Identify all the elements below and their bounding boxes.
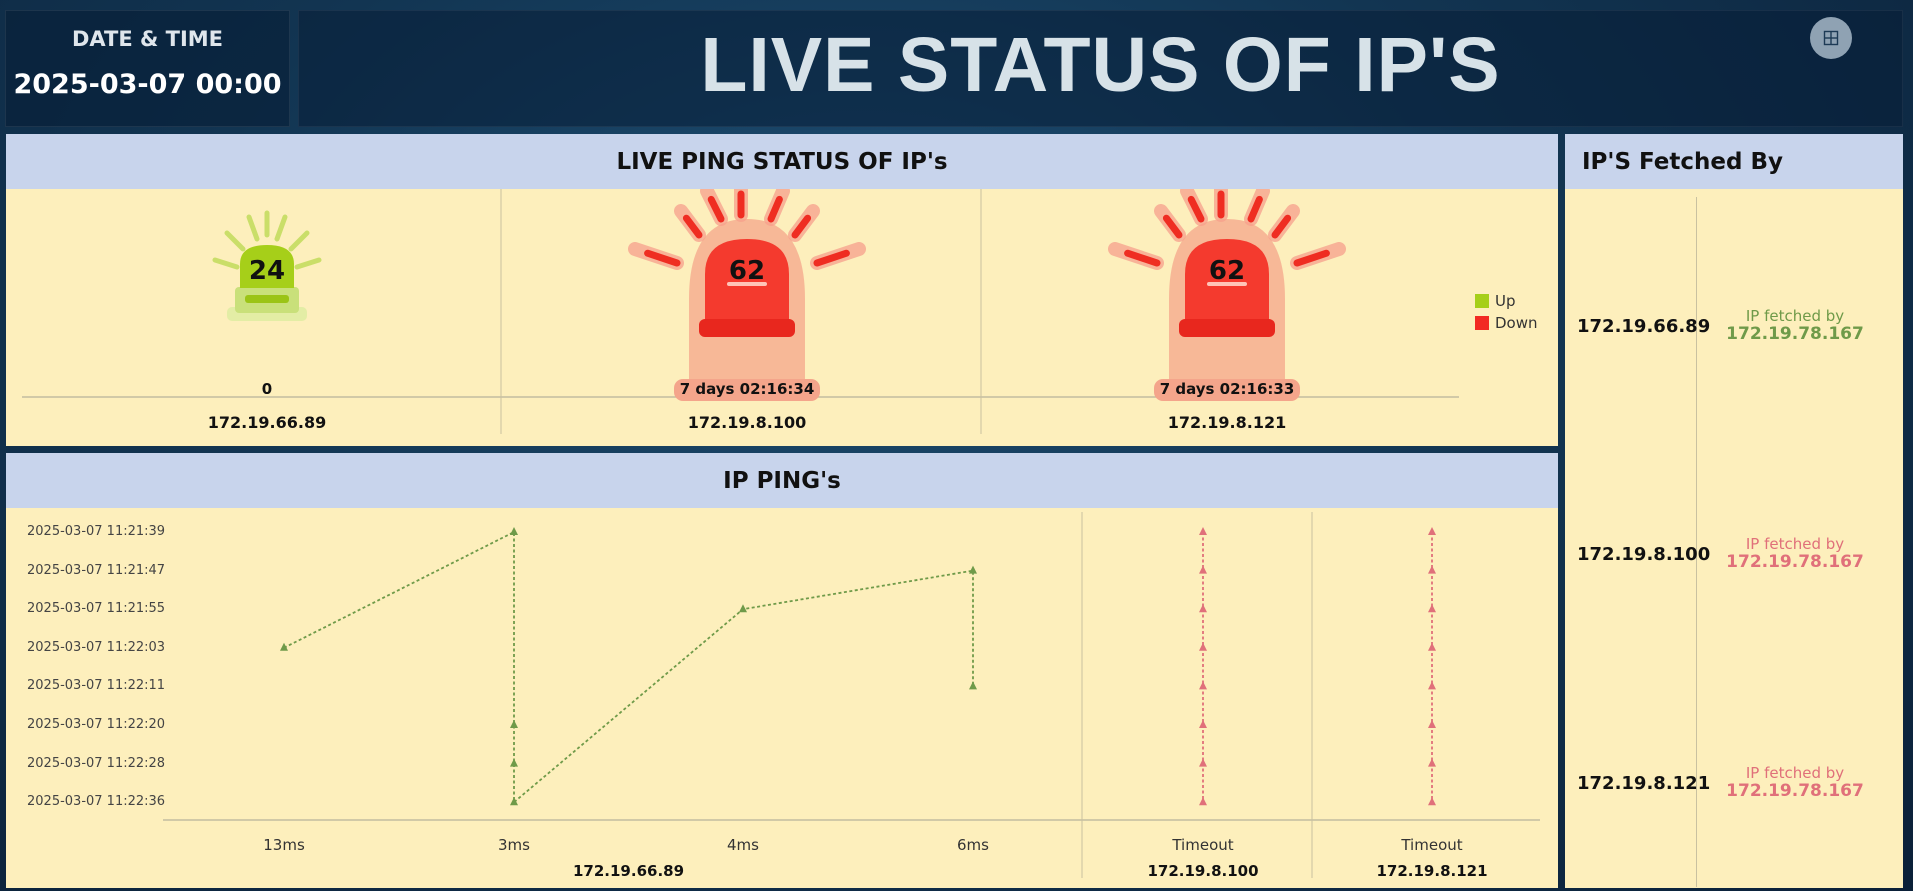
x-tick-label: 4ms [727,836,759,854]
alarm-lights-area: 24 62 62 [22,189,1459,434]
fetch-value: 172.19.78.167 [1726,781,1864,801]
fetch-row: 172.19.66.89 IP fetched by 172.19.78.167 [1565,290,1903,370]
date-time-box: DATE & TIME 2025-03-07 00:00 [5,10,290,127]
legend-swatch-up [1475,294,1489,308]
y-tick-label: 2025-03-07 11:22:03 [27,639,166,655]
ip-pings-panel: IP PING's 2025-03-07 11:21:39 2025-03-07 … [6,453,1558,888]
ping-point[interactable] [1428,797,1436,806]
fetch-ip: 172.19.66.89 [1577,316,1711,337]
ping-point[interactable] [1428,604,1436,613]
x-tick-label: 13ms [263,836,305,854]
x-tick-label: 6ms [957,836,989,854]
fetch-value: 172.19.78.167 [1726,324,1864,344]
ping-point[interactable] [1199,720,1207,728]
ping-chart [163,512,1540,878]
alarm-light-down [1108,189,1346,401]
legend-label: Up [1495,292,1516,310]
live-ping-status-panel: LIVE PING STATUS OF IP's 24 62 62 0 172.19… [6,134,1558,446]
fetch-ip: 172.19.8.121 [1577,773,1711,794]
ping-point[interactable] [1199,797,1207,806]
y-tick-label: 2025-03-07 11:22:36 [27,794,166,810]
ping-point[interactable] [1199,565,1207,574]
x-group-ip-label: 172.19.8.121 [1376,862,1488,880]
date-time-value: 2025-03-07 00:00 [13,69,282,100]
ping-point[interactable] [510,720,518,728]
ping-point[interactable] [1199,642,1207,651]
grid-icon [1823,30,1839,46]
ips-fetched-by-panel: IP'S Fetched By 172.19.66.89 IP fetched … [1565,134,1903,888]
alarm-count: 24 [249,256,285,286]
y-tick-label: 2025-03-07 11:21:47 [27,562,166,578]
fetch-row: 172.19.8.121 IP fetched by 172.19.78.167 [1565,747,1903,827]
ping-series-line [283,530,974,805]
ping-point[interactable] [1428,758,1436,767]
legend-label: Down [1495,314,1538,332]
y-tick-label: 2025-03-07 11:22:11 [27,678,166,694]
page-title: LIVE STATUS OF IP'S [700,22,1501,108]
grid-view-button[interactable] [1810,17,1852,59]
ping-point[interactable] [1428,720,1436,728]
ping-point[interactable] [1428,565,1436,574]
uptime-value: 0 [261,380,273,398]
x-tick-label: Timeout [1401,836,1463,854]
x-group-ip-label: 172.19.8.100 [1147,862,1259,880]
ping-point[interactable] [1199,604,1207,613]
y-tick-label: 2025-03-07 11:22:28 [27,755,166,771]
x-tick-label: 3ms [498,836,530,854]
ips-fetched-by-title: IP'S Fetched By [1565,134,1903,189]
legend-swatch-down [1475,316,1489,330]
fetch-value: 172.19.78.167 [1726,552,1864,572]
header-banner: LIVE STATUS OF IP'S [298,10,1903,127]
legend-item-down[interactable]: Down [1475,312,1538,334]
y-tick-label: 2025-03-07 11:22:20 [27,717,166,732]
date-time-title: DATE & TIME [71,27,224,51]
ping-point[interactable] [510,797,518,806]
fetch-info: IP fetched by 172.19.78.167 [1695,764,1895,801]
y-tick-label: 2025-03-07 11:21:39 [27,524,166,539]
fetch-label: IP fetched by [1745,764,1845,782]
ping-point[interactable] [969,565,977,574]
ping-point[interactable] [1199,527,1207,535]
alarm-light-down [628,189,866,401]
fetch-info: IP fetched by 172.19.78.167 [1695,535,1895,572]
live-ping-status-title: LIVE PING STATUS OF IP's [6,134,1558,189]
y-tick-label: 2025-03-07 11:21:55 [27,601,166,617]
status-ip-label: 172.19.8.100 [687,413,807,432]
ping-point[interactable] [1428,527,1436,535]
x-tick-label: Timeout [1172,836,1234,854]
ping-point[interactable] [739,604,747,613]
uptime-value: 7 days 02:16:34 [679,380,815,398]
status-legend: Up Down [1475,290,1538,334]
fetch-ip: 172.19.8.100 [1577,544,1711,565]
ping-point[interactable] [510,758,518,767]
status-ip-label: 172.19.8.121 [1167,413,1287,432]
uptime-value: 7 days 02:16:33 [1159,380,1295,398]
fetch-label: IP fetched by [1745,535,1845,553]
status-ip-label: 172.19.66.89 [207,413,327,432]
legend-item-up[interactable]: Up [1475,290,1538,312]
alarm-count: 62 [1209,256,1245,286]
ping-point[interactable] [1199,758,1207,767]
ping-point[interactable] [1428,642,1436,651]
ping-point[interactable] [510,527,518,535]
alarm-count: 62 [729,256,765,286]
fetch-row: 172.19.8.100 IP fetched by 172.19.78.167 [1565,518,1903,598]
ping-point[interactable] [1199,681,1207,690]
ip-pings-title: IP PING's [6,453,1558,508]
ping-point[interactable] [969,681,977,690]
ping-point[interactable] [1428,681,1436,690]
fetch-label: IP fetched by [1745,307,1845,325]
fetch-info: IP fetched by 172.19.78.167 [1695,307,1895,344]
x-group-ip-label: 172.19.66.89 [572,862,685,880]
